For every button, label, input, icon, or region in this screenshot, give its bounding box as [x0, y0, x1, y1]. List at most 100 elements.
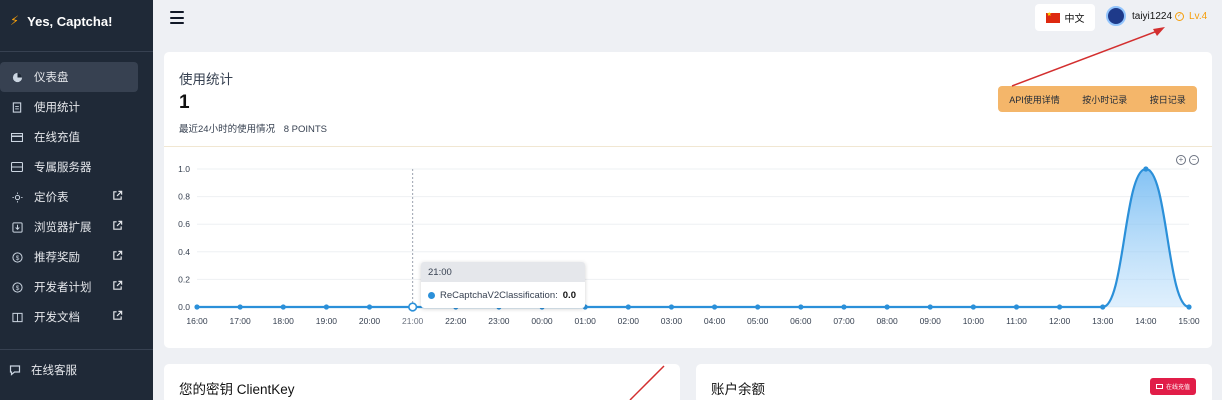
- data-point: [970, 304, 976, 310]
- online-service-link[interactable]: 在线客服: [8, 362, 77, 378]
- document-icon: [10, 101, 24, 113]
- stats-separator: [164, 146, 1212, 147]
- api-usage-details-button[interactable]: API使用详情: [1007, 93, 1062, 106]
- credit-card-icon: [10, 132, 24, 142]
- sidebar-item-2[interactable]: 在线充值: [0, 122, 138, 152]
- y-tick-label: 1.0: [178, 164, 190, 174]
- recharge-button[interactable]: 在线充值: [1150, 378, 1196, 395]
- data-point: [927, 304, 933, 310]
- x-tick-label: 00:00: [531, 316, 553, 326]
- tooltip-series: ReCaptchaV2Classification:: [440, 290, 558, 301]
- book-icon: [10, 312, 24, 323]
- sidebar-item-label: 定价表: [34, 192, 69, 204]
- daily-records-button[interactable]: 按日记录: [1148, 93, 1188, 106]
- language-label: 中文: [1064, 14, 1085, 25]
- stats-subtitle-text: 最近24小时的使用情况: [179, 124, 276, 135]
- x-tick-label: 18:00: [273, 316, 295, 326]
- external-link-icon: [112, 280, 124, 292]
- x-tick-label: 17:00: [229, 316, 251, 326]
- stats-points: 8 POINTS: [283, 124, 328, 135]
- data-point: [841, 304, 847, 310]
- pie-chart-icon: [10, 72, 24, 83]
- data-point: [884, 304, 890, 310]
- x-tick-label: 09:00: [920, 316, 942, 326]
- sidebar-item-3[interactable]: 专属服务器: [0, 152, 138, 182]
- sidebar-item-label: 仪表盘: [34, 72, 69, 84]
- sidebar-item-label: 推荐奖励: [34, 252, 80, 264]
- sidebar-item-label: 开发文档: [34, 312, 80, 324]
- sidebar-divider: [0, 51, 153, 52]
- tooltip-body: ReCaptchaV2Classification: 0.0: [421, 282, 585, 308]
- x-tick-label: 03:00: [661, 316, 683, 326]
- balance-title: 账户余额: [711, 382, 765, 397]
- sidebar-item-1[interactable]: 使用统计: [0, 92, 138, 122]
- x-tick-label: 05:00: [747, 316, 769, 326]
- card-icon: [1155, 384, 1163, 389]
- tooltip-time: 21:00: [421, 262, 585, 282]
- recharge-label: 在线充值: [1165, 385, 1190, 391]
- external-link-icon: [112, 190, 124, 202]
- hourly-records-button[interactable]: 按小时记录: [1080, 93, 1129, 106]
- menu-toggle-icon[interactable]: [170, 11, 184, 24]
- y-tick-label: 0.4: [178, 247, 190, 257]
- tooltip-value: 0.0: [562, 290, 576, 301]
- lightning-icon: ⚡: [10, 13, 20, 28]
- sun-icon: [10, 191, 24, 203]
- stats-button-group: API使用详情 按小时记录 按日记录: [998, 86, 1197, 112]
- user-level: Lv.4: [1189, 11, 1208, 22]
- sidebar-item-label: 专属服务器: [34, 162, 92, 174]
- online-service-label: 在线客服: [31, 365, 77, 377]
- x-tick-label: 02:00: [618, 316, 640, 326]
- sidebar-item-0[interactable]: 仪表盘: [0, 62, 138, 92]
- x-tick-label: 06:00: [790, 316, 812, 326]
- clientkey-card: 您的密钥 ClientKey: [164, 364, 680, 400]
- stats-value: 1: [179, 92, 190, 113]
- sidebar-item-label: 浏览器扩展: [34, 222, 92, 234]
- data-point: [798, 304, 804, 310]
- data-point: [280, 304, 286, 310]
- y-tick-label: 0.6: [178, 219, 190, 229]
- sidebar: ⚡ Yes, Captcha! 仪表盘使用统计 在线充值专属服务器定价表浏览器扩展…: [0, 0, 153, 400]
- data-point: [1143, 166, 1149, 172]
- external-link-icon: [112, 220, 124, 232]
- x-tick-label: 10:00: [963, 316, 985, 326]
- sidebar-item-8[interactable]: 开发文档: [0, 302, 138, 332]
- avatar[interactable]: [1106, 6, 1126, 26]
- sidebar-nav: 仪表盘 使用统计 在线充值 专属服务器 定价表 浏览器扩展 $ 推荐奖励 $ 开发者计划 开发文档: [0, 62, 153, 332]
- data-point: [1186, 304, 1192, 310]
- sidebar-item-5[interactable]: 浏览器扩展: [0, 212, 138, 242]
- x-tick-label: 01:00: [575, 316, 597, 326]
- download-icon: [10, 221, 24, 233]
- data-point: [1100, 304, 1106, 310]
- balance-card: 账户余额 在线充值: [696, 364, 1212, 400]
- data-point: [408, 302, 418, 312]
- username[interactable]: taiyi1224: [1132, 11, 1172, 22]
- brand[interactable]: ⚡ Yes, Captcha!: [0, 0, 153, 42]
- data-point: [668, 304, 675, 310]
- sidebar-item-4[interactable]: 定价表: [0, 182, 138, 212]
- x-tick-label: 16:00: [186, 316, 208, 326]
- data-point: [711, 304, 718, 310]
- series-dot-icon: [428, 292, 435, 299]
- x-tick-label: 19:00: [316, 316, 338, 326]
- dollar-icon: $: [10, 251, 24, 263]
- series-line: [197, 167, 1190, 309]
- data-point: [625, 304, 631, 310]
- sidebar-item-label: 开发者计划: [34, 282, 92, 294]
- x-tick-label: 07:00: [833, 316, 855, 326]
- data-point: [1013, 304, 1020, 310]
- clientkey-title: 您的密钥 ClientKey: [179, 382, 295, 397]
- series-area: [197, 169, 1189, 307]
- sidebar-item-7[interactable]: $ 开发者计划: [0, 272, 138, 302]
- usage-stats-card: 使用统计 1 最近24小时的使用情况 8 POINTS API使用详情 按小时记…: [164, 52, 1212, 348]
- data-point: [1057, 304, 1063, 310]
- sidebar-item-6[interactable]: $ 推荐奖励: [0, 242, 138, 272]
- x-tick-label: 14:00: [1135, 316, 1157, 326]
- y-tick-label: 0.0: [178, 302, 190, 312]
- x-tick-label: 20:00: [359, 316, 381, 326]
- x-tick-label: 12:00: [1049, 316, 1071, 326]
- annotation-arrow-head: [1153, 27, 1165, 36]
- data-point: [366, 304, 373, 310]
- language-switcher[interactable]: 中文: [1035, 4, 1095, 31]
- x-tick-label: 04:00: [704, 316, 726, 326]
